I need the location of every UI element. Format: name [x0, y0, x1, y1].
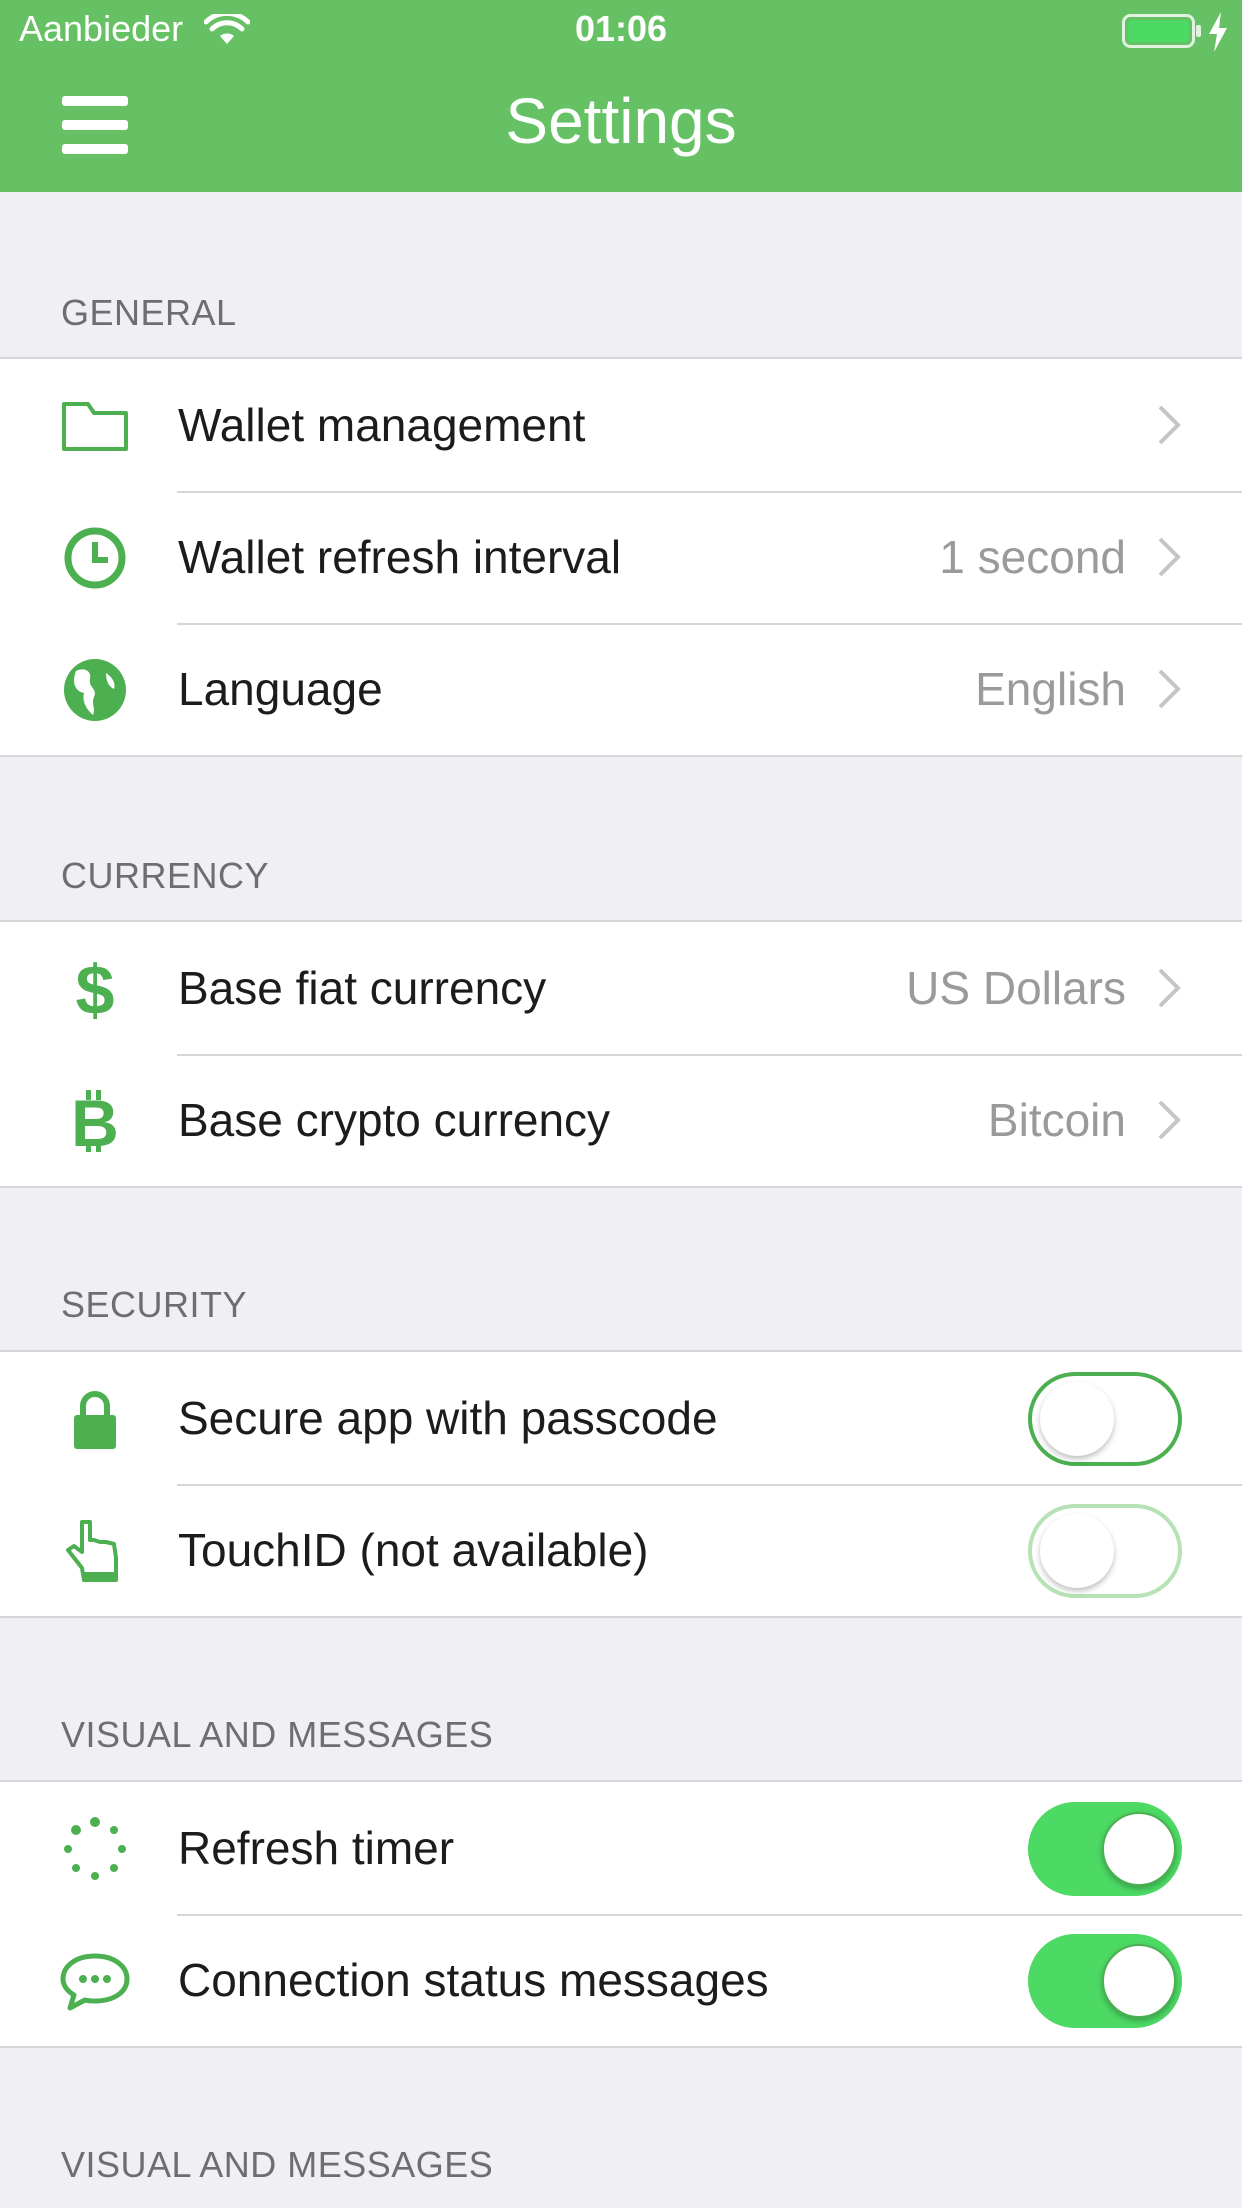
section-header-currency: CURRENCY [61, 855, 270, 896]
spinner-icon [60, 1816, 130, 1882]
touchid-toggle[interactable] [1028, 1504, 1182, 1598]
svg-text:$: $ [76, 956, 115, 1022]
bitcoin-icon: B [60, 1086, 130, 1160]
connection-status-row: Connection status messages [0, 1914, 1242, 2046]
status-time: 01:06 [574, 8, 668, 49]
section-header-general: GENERAL [61, 292, 237, 333]
row-label: Base fiat currency [178, 962, 547, 1014]
section-header-visual-2: VISUAL AND MESSAGES [61, 2144, 494, 2185]
row-label: Secure app with passcode [178, 1392, 718, 1444]
refresh-interval-value: 1 second [939, 531, 1126, 583]
row-label: Connection status messages [178, 1954, 769, 2006]
settings-group-security: Secure app with passcode TouchID (not av… [0, 1350, 1242, 1618]
wallet-management-row[interactable]: Wallet management [0, 359, 1242, 491]
charging-bolt-icon [1209, 12, 1227, 52]
chevron-right-icon [1158, 1100, 1181, 1140]
settings-group-general: Wallet management Wallet refresh interva… [0, 357, 1242, 757]
speech-bubble-icon [60, 1948, 130, 2014]
section-header-visual: VISUAL AND MESSAGES [61, 1714, 494, 1755]
status-bar: Aanbieder 01:06 [0, 0, 1242, 60]
chevron-right-icon [1158, 968, 1181, 1008]
section-header-security: SECURITY [61, 1284, 248, 1325]
settings-group-currency: $ Base fiat currency US Dollars B Base c… [0, 920, 1242, 1188]
language-row[interactable]: Language English [0, 623, 1242, 755]
page-title: Settings [505, 85, 737, 157]
row-label: Base crypto currency [178, 1094, 611, 1146]
base-fiat-currency-row[interactable]: $ Base fiat currency US Dollars [0, 922, 1242, 1054]
folder-icon [60, 393, 130, 459]
row-label: TouchID (not available) [178, 1524, 649, 1576]
svg-text:B: B [71, 1088, 119, 1154]
refresh-timer-toggle[interactable] [1028, 1802, 1182, 1896]
passcode-row: Secure app with passcode [0, 1352, 1242, 1484]
lock-icon [60, 1386, 130, 1452]
finger-pointer-icon [60, 1518, 130, 1584]
row-label: Wallet refresh interval [178, 531, 622, 583]
chevron-right-icon [1158, 537, 1181, 577]
connection-status-toggle[interactable] [1028, 1934, 1182, 2028]
refresh-timer-row: Refresh timer [0, 1782, 1242, 1914]
chevron-right-icon [1158, 405, 1181, 445]
navigation-bar: Aanbieder 01:06 Settings [0, 0, 1242, 192]
battery-icon [1122, 14, 1201, 48]
globe-icon [60, 657, 130, 723]
wallet-refresh-interval-row[interactable]: Wallet refresh interval 1 second [0, 491, 1242, 623]
touchid-row: TouchID (not available) [0, 1484, 1242, 1616]
fiat-currency-value: US Dollars [906, 962, 1126, 1014]
clock-icon [60, 525, 130, 591]
crypto-currency-value: Bitcoin [987, 1094, 1126, 1146]
row-label: Refresh timer [178, 1822, 455, 1874]
row-label: Wallet management [178, 399, 586, 451]
chevron-right-icon [1158, 669, 1181, 709]
base-crypto-currency-row[interactable]: B Base crypto currency Bitcoin [0, 1054, 1242, 1186]
passcode-toggle[interactable] [1028, 1372, 1182, 1466]
settings-group-visual: Refresh timer Connection status messages [0, 1780, 1242, 2048]
row-label: Language [178, 663, 383, 715]
language-value: English [975, 663, 1126, 715]
dollar-icon: $ [60, 951, 130, 1029]
